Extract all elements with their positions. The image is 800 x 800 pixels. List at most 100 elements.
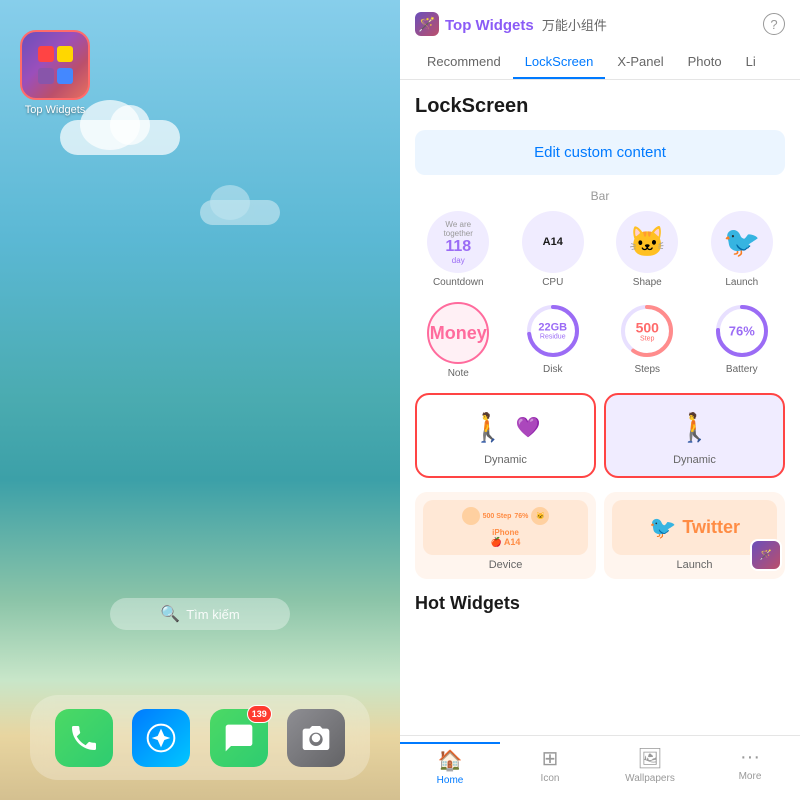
widget-battery[interactable]: 76% Battery (699, 302, 786, 379)
app-panel: 🪄 Top Widgets 万能小组件 ? Recommend LockScre… (400, 0, 800, 800)
bottom-nav: 🏠 Home ⊞ Icon 🖼 Wallpapers ··· More (400, 735, 800, 800)
money-circle: Money (427, 302, 489, 364)
top-widgets-icon[interactable] (20, 30, 90, 100)
dynamic-card-left[interactable]: 🚶 💜 Dynamic (415, 393, 596, 478)
more-icon: ··· (740, 746, 760, 769)
nav-more[interactable]: ··· More (700, 742, 800, 790)
tab-li[interactable]: Li (734, 46, 768, 79)
device-preview-items: 500 Step 76% 🐱 iPhone🍎 A14 (445, 507, 566, 548)
money-text: Money (430, 323, 487, 344)
steps-progress: 500 Step (618, 302, 676, 360)
device-preview-card[interactable]: 500 Step 76% 🐱 iPhone🍎 A14 Device (415, 492, 596, 579)
widget-launch[interactable]: 🐦 Launch (699, 211, 786, 288)
countdown-circle: We are together 118 day (427, 211, 489, 273)
home-icon: 🏠 (438, 748, 463, 773)
lockscreen-title: LockScreen (415, 95, 785, 118)
dynamic-label-right: Dynamic (673, 454, 716, 466)
home-label: Home (437, 775, 464, 786)
search-bar[interactable]: 🔍 Tìm kiếm (110, 598, 290, 630)
overlap-app-icon: 🪄 (750, 539, 782, 571)
nav-icon[interactable]: ⊞ Icon (500, 742, 600, 790)
icon-square-blue (57, 68, 73, 84)
more-label: More (739, 771, 762, 782)
cpu-text: A14 (543, 236, 563, 248)
dynamic-card-right[interactable]: 🚶 Dynamic (604, 393, 785, 478)
cloud-1 (60, 120, 180, 155)
dynamic-label-left: Dynamic (484, 454, 527, 466)
twitter-text: Twitter (682, 517, 740, 538)
twitter-bird-icon: 🐦 (649, 515, 676, 541)
bar-label: Bar (415, 189, 785, 203)
widget-disk[interactable]: 22GB Residue Disk (510, 302, 597, 379)
disk-progress: 22GB Residue (524, 302, 582, 360)
dock-messages[interactable]: 139 (210, 709, 268, 767)
launch-circle: 🐦 (711, 211, 773, 273)
icon-square-purple (38, 68, 54, 84)
steps-label: Steps (634, 364, 660, 375)
search-text: Tìm kiếm (186, 607, 239, 622)
battery-progress: 76% (713, 302, 771, 360)
messages-badge: 139 (247, 705, 272, 723)
help-icon[interactable]: ? (763, 13, 785, 35)
countdown-label: Countdown (433, 277, 484, 288)
preview-row: 500 Step 76% 🐱 iPhone🍎 A14 Device 🐦 T (415, 492, 785, 579)
nav-home[interactable]: 🏠 Home (400, 742, 500, 790)
icon-icon: ⊞ (542, 746, 559, 771)
title-row: 🪄 Top Widgets 万能小组件 ? (415, 12, 785, 36)
app-header: 🪄 Top Widgets 万能小组件 ? Recommend LockScre… (400, 0, 800, 80)
stick-figure-left: 🚶 (471, 411, 506, 444)
title-subtitle: 万能小组件 (542, 18, 607, 33)
nav-tabs: Recommend LockScreen X-Panel Photo Li (415, 46, 785, 79)
search-icon: 🔍 (160, 604, 180, 624)
widget-steps[interactable]: 500 Step Steps (604, 302, 691, 379)
app-content: LockScreen Edit custom content Bar We ar… (400, 80, 800, 735)
title-text: Top Widgets 万能小组件 (445, 15, 607, 34)
launch-label: Launch (725, 277, 758, 288)
dock-camera[interactable] (287, 709, 345, 767)
stick-figure-right: 🚶 (677, 411, 712, 444)
tab-photo[interactable]: Photo (676, 46, 734, 79)
icon-square-yellow (57, 46, 73, 62)
tab-recommend[interactable]: Recommend (415, 46, 513, 79)
widget-countdown[interactable]: We are together 118 day Countdown (415, 211, 502, 288)
cpu-label: CPU (542, 277, 563, 288)
dock-safari[interactable] (132, 709, 190, 767)
app-icon-container: Top Widgets (20, 30, 90, 116)
dynamic-icons-right: 🚶 (677, 405, 712, 450)
title-icon: 🪄 (415, 12, 439, 36)
shape-circle: 🐱 (616, 211, 678, 273)
icon-square-red (38, 46, 54, 62)
mini-circle-2: 🐱 (531, 507, 549, 525)
wallpapers-icon: 🖼 (637, 746, 662, 771)
cpu-circle: A14 (522, 211, 584, 273)
widget-row-1: We are together 118 day Countdown A14 CP… (415, 211, 785, 288)
iphone-screen: Top Widgets 🔍 Tìm kiếm 139 (0, 0, 400, 800)
heart-icon: 💜 (515, 415, 540, 440)
note-label: Note (448, 368, 469, 379)
tab-xpanel[interactable]: X-Panel (605, 46, 675, 79)
wallpapers-label: Wallpapers (625, 773, 675, 784)
disk-label: Disk (543, 364, 562, 375)
widget-note[interactable]: Money Note (415, 302, 502, 379)
twitter-preview-card[interactable]: 🐦 Twitter Launch 🪄 (604, 492, 785, 579)
tab-lockscreen[interactable]: LockScreen (513, 46, 606, 79)
dynamic-section: 🚶 💜 Dynamic 🚶 Dynamic (415, 393, 785, 478)
shape-label: Shape (633, 277, 662, 288)
battery-label: Battery (726, 364, 758, 375)
app-title: 🪄 Top Widgets 万能小组件 (415, 12, 607, 36)
dynamic-icons-left: 🚶 💜 (471, 405, 541, 450)
nav-wallpapers[interactable]: 🖼 Wallpapers (600, 742, 700, 790)
launch-preview-label: Launch (676, 559, 712, 571)
device-preview-inner: 500 Step 76% 🐱 iPhone🍎 A14 (423, 500, 588, 555)
cloud-2 (200, 200, 280, 225)
mini-circle-1 (462, 507, 480, 525)
device-text: iPhone🍎 A14 (491, 528, 521, 548)
dock-phone[interactable] (55, 709, 113, 767)
icon-label: Icon (541, 773, 560, 784)
dock: 139 (30, 695, 370, 780)
widget-shape[interactable]: 🐱 Shape (604, 211, 691, 288)
widget-cpu[interactable]: A14 CPU (510, 211, 597, 288)
edit-custom-button[interactable]: Edit custom content (415, 130, 785, 175)
app-icon-label: Top Widgets (20, 104, 90, 116)
hot-widgets-title: Hot Widgets (415, 593, 785, 614)
